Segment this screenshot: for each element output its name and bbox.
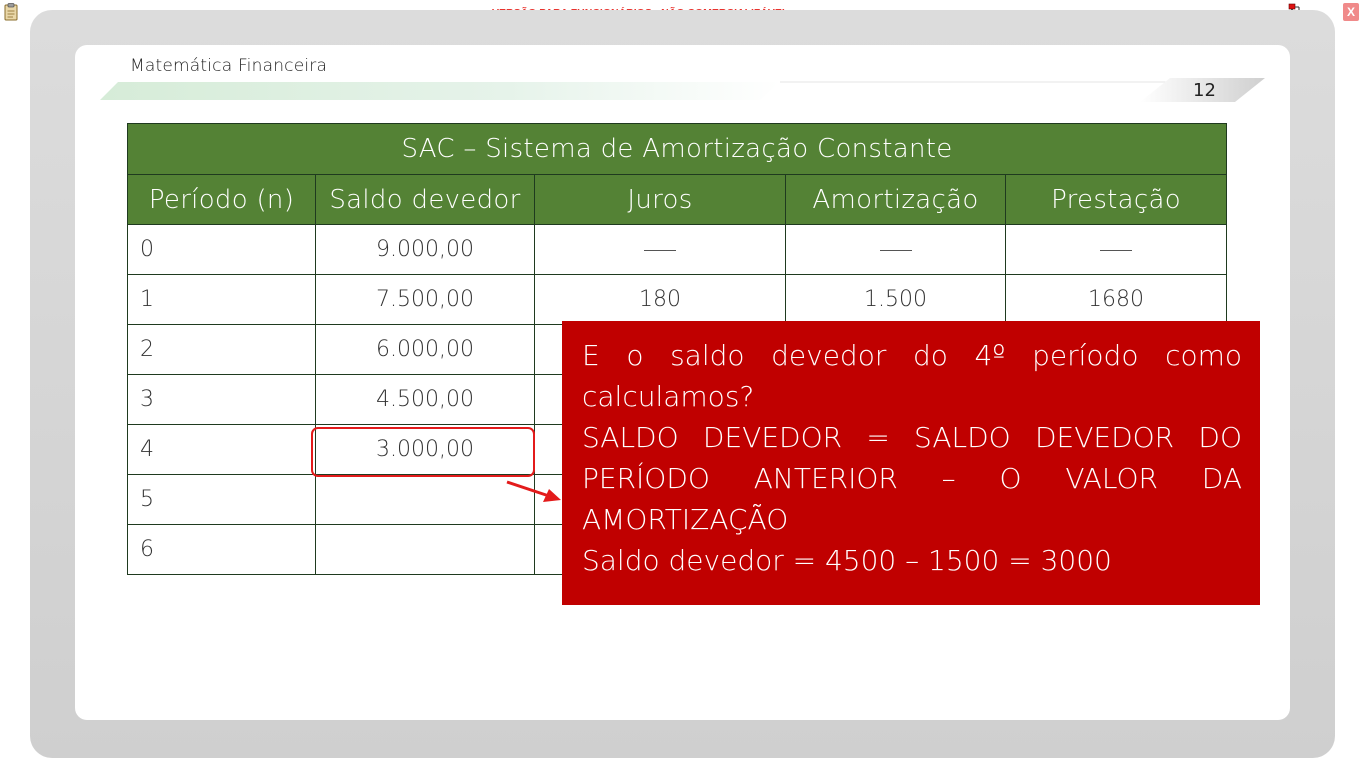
empty-dash [1100, 249, 1133, 251]
pointer-arrow-icon [506, 480, 561, 502]
explanation-callout: E o saldo devedor do 4º período como cal… [562, 321, 1260, 605]
empty-dash [644, 249, 676, 251]
column-header-balance: Saldo devedor [315, 174, 535, 225]
course-title: Matemática Financeira [130, 56, 328, 76]
period-cell: 2 [127, 324, 316, 375]
amortization-cell [785, 224, 1006, 275]
balance-cell: 4.500,00 [315, 374, 535, 425]
column-header-period: Período (n) [127, 174, 316, 225]
balance-cell [315, 474, 535, 525]
callout-calculation: Saldo devedor = 4500 – 1500 = 3000 [582, 544, 1112, 577]
table-row: 0 9.000,00 [127, 224, 1228, 275]
balance-cell: 7.500,00 [315, 274, 535, 325]
balance-highlight-box [311, 427, 535, 477]
balance-cell: 6.000,00 [315, 324, 535, 375]
period-cell: 4 [127, 424, 316, 475]
period-cell: 6 [127, 524, 316, 575]
table-row: 1 7.500,00 180 1.500 1680 [127, 274, 1228, 325]
installment-cell [1004, 224, 1228, 275]
interest-cell: 180 [534, 274, 786, 325]
page-number: 12 [1193, 80, 1216, 101]
column-header-interest: Juros [534, 174, 786, 225]
interest-cell [534, 224, 786, 275]
balance-cell [315, 524, 535, 575]
table-title: SAC – Sistema de Amortização Constante [126, 123, 1228, 175]
clipboard-icon[interactable] [4, 3, 18, 21]
period-cell: 3 [127, 374, 316, 425]
installment-cell: 1680 [1004, 274, 1228, 325]
period-cell: 1 [127, 274, 316, 325]
balance-cell: 9.000,00 [315, 224, 535, 275]
period-cell: 5 [127, 474, 316, 525]
column-header-amortization: Amortização [785, 174, 1006, 225]
column-header-installment: Prestação [1004, 174, 1228, 225]
empty-dash [879, 249, 912, 251]
callout-question: E o saldo devedor do 4º período como cal… [582, 339, 1242, 413]
amortization-cell: 1.500 [785, 274, 1006, 325]
callout-rule: SALDO DEVEDOR = SALDO DEVEDOR DO PERÍODO… [582, 421, 1242, 536]
header-decoration [100, 78, 1265, 102]
period-cell: 0 [127, 224, 316, 275]
close-button[interactable]: X [1343, 3, 1359, 21]
